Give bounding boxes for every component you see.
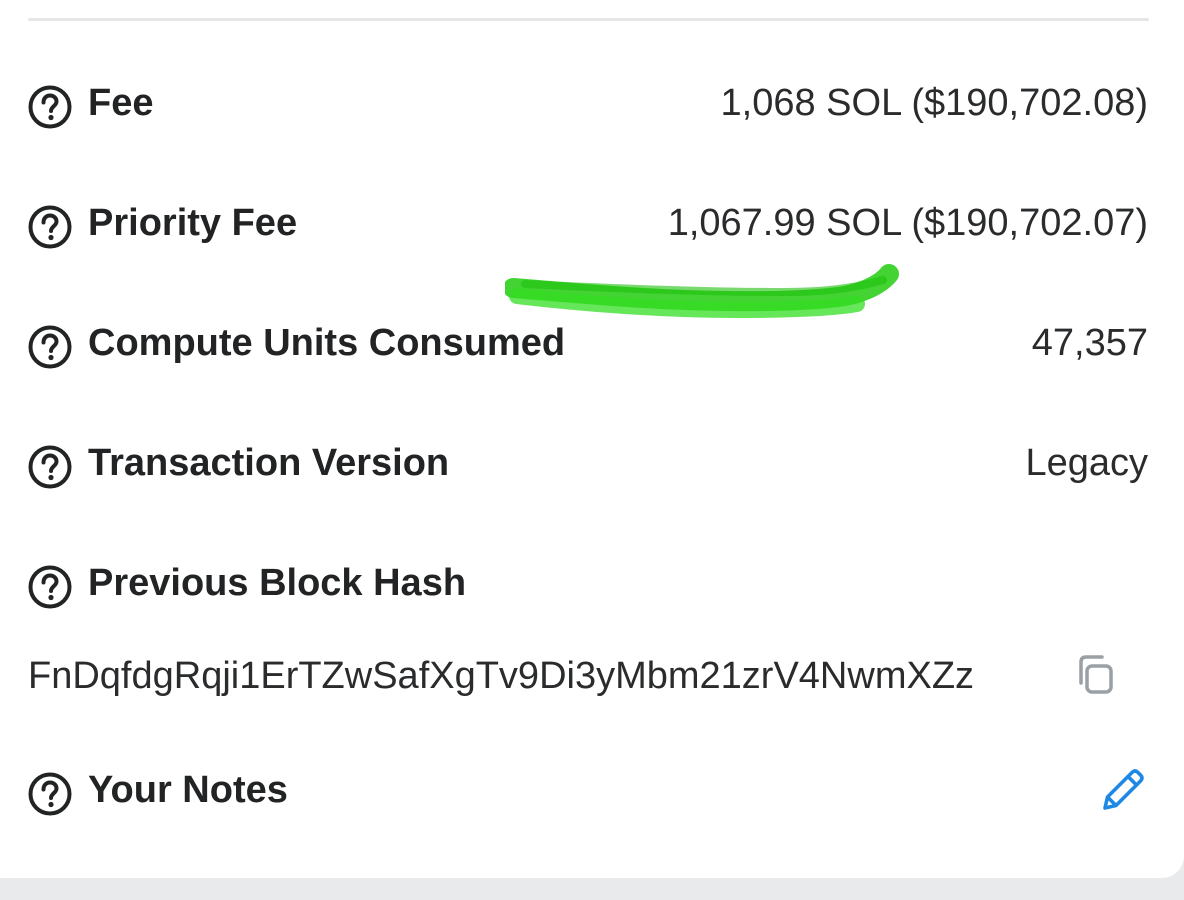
compute-units-label: Compute Units Consumed — [88, 322, 566, 364]
question-circle-icon[interactable] — [28, 325, 72, 369]
green-scribble-annotation — [503, 262, 900, 324]
question-circle-icon[interactable] — [28, 205, 72, 249]
your-notes-label: Your Notes — [88, 769, 288, 811]
previous-block-hash-value[interactable]: FnDqfdgRqji1ErTZwSafXgTv9Di3yMbm21zrV4Nw… — [28, 654, 974, 698]
previous-block-hash-label: Previous Block Hash — [88, 562, 467, 604]
fee-value: 1,068 SOL ($190,702.08) — [720, 82, 1148, 124]
priority-fee-value: 1,067.99 SOL ($190,702.07) — [667, 202, 1148, 244]
question-circle-icon[interactable] — [28, 445, 72, 489]
question-circle-icon[interactable] — [28, 772, 72, 816]
fee-label: Fee — [88, 82, 154, 124]
transaction-version-value: Legacy — [1025, 442, 1148, 484]
transaction-version-row: Transaction Version Legacy — [28, 430, 1148, 500]
previous-block-hash-row: Previous Block Hash — [28, 550, 1148, 620]
pencil-icon[interactable] — [1098, 765, 1148, 815]
fee-row: Fee 1,068 SOL ($190,702.08) — [28, 70, 1148, 140]
your-notes-row: Your Notes — [28, 757, 1148, 827]
previous-block-hash-line: FnDqfdgRqji1ErTZwSafXgTv9Di3yMbm21zrV4Nw… — [28, 648, 1148, 708]
copy-icon[interactable] — [1072, 652, 1118, 698]
compute-units-value: 47,357 — [1031, 322, 1148, 364]
top-divider — [28, 18, 1149, 21]
transaction-version-label: Transaction Version — [88, 442, 450, 484]
question-circle-icon[interactable] — [28, 565, 72, 609]
priority-fee-row: Priority Fee 1,067.99 SOL ($190,702.07) — [28, 190, 1148, 260]
question-circle-icon[interactable] — [28, 85, 72, 129]
transaction-details-card: Fee 1,068 SOL ($190,702.08) Priority Fee… — [0, 0, 1184, 878]
priority-fee-label: Priority Fee — [88, 202, 298, 244]
